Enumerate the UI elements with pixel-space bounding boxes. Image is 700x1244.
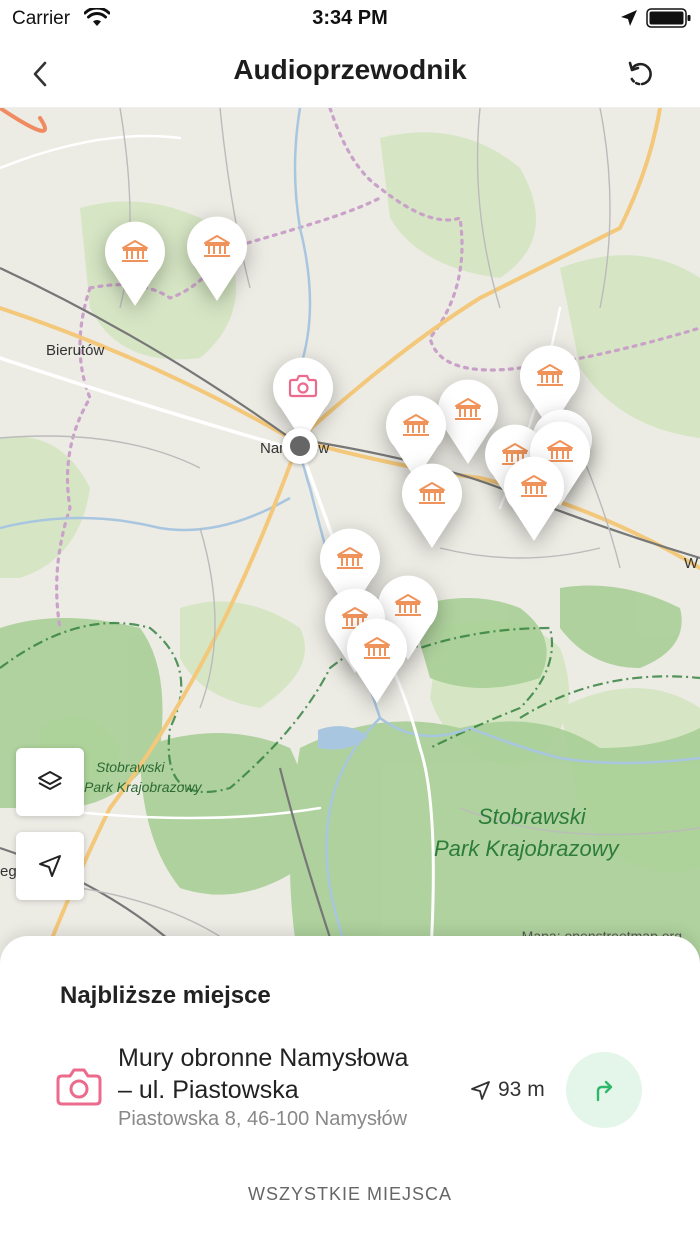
place-address: Piastowska 8, 46-100 Namysłów: [118, 1108, 408, 1130]
refresh-button[interactable]: [620, 54, 660, 94]
location-services-icon: [621, 10, 637, 26]
layers-icon: [38, 771, 62, 790]
museum-marker[interactable]: [103, 216, 167, 308]
nav-bar: Audioprzewodnik: [0, 36, 700, 108]
map-view[interactable]: Bierutów Namysłów W eg Stobrawski Park K…: [0, 108, 700, 968]
park-label-small-line1: Stobrawski: [96, 759, 165, 775]
park-label-small-line2: Park Krajobrazowy: [84, 779, 202, 795]
park-label-large-line2: Park Krajobrazowy: [434, 836, 621, 861]
page-title: Audioprzewodnik: [233, 54, 467, 85]
nearest-heading: Najbliższe miejsce: [60, 982, 271, 1009]
navigation-arrow-icon: [39, 855, 61, 877]
status-bar: Carrier 3:34 PM: [0, 0, 700, 36]
current-location-dot: [282, 428, 318, 464]
map-layers-button[interactable]: [16, 748, 84, 816]
place-name-line1: Mury obronne Namysłowa: [118, 1044, 409, 1072]
town-label-bierutow: Bierutów: [46, 342, 105, 359]
museum-marker[interactable]: [502, 451, 566, 543]
turn-right-arrow-icon: [596, 1080, 613, 1102]
place-name-line2: – ul. Piastowska: [118, 1076, 299, 1104]
clock: 3:34 PM: [312, 7, 388, 29]
museum-marker[interactable]: [400, 458, 464, 550]
town-label-edge-left: eg: [0, 863, 17, 880]
museum-marker[interactable]: [185, 211, 249, 303]
place-distance: 93 m: [498, 1078, 545, 1101]
all-places-button[interactable]: WSZYSTKIE MIEJSCA: [0, 1184, 700, 1205]
refresh-icon: [628, 61, 652, 86]
place-name[interactable]: Mury obronne Namysłowa – ul. Piastowska: [118, 1042, 468, 1106]
town-label-edge-right: W: [684, 555, 699, 572]
park-label-large-line1: Stobrawski: [478, 804, 587, 829]
navigate-button[interactable]: [566, 1052, 642, 1128]
museum-marker[interactable]: [345, 613, 409, 705]
nearest-place-sheet: Najbliższe miejsce Mury obronne Namysłow…: [0, 936, 700, 1244]
battery-icon: [646, 8, 691, 28]
camera-icon: [56, 1068, 102, 1106]
navigation-arrow-icon: [471, 1081, 490, 1100]
locate-me-button[interactable]: [16, 832, 84, 900]
